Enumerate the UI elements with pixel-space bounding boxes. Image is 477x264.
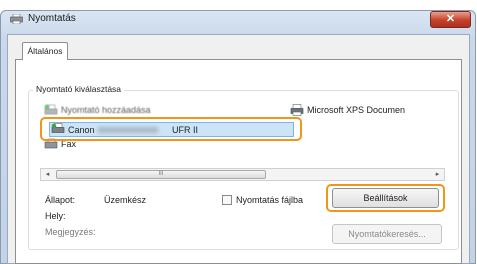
printer-icon [290, 104, 304, 116]
printer-item-label: Microsoft XPS Documen [307, 105, 406, 115]
tab-general-label: Általános [27, 46, 63, 56]
settings-button-highlight [326, 184, 445, 212]
status-label: Állapot: [45, 195, 76, 205]
print-to-file-checkbox[interactable] [222, 195, 232, 205]
status-value: Üzemkész [104, 195, 147, 205]
printer-item-add[interactable]: Nyomtató hozzáadása [44, 104, 244, 117]
thumb-grip-icon: III [158, 171, 164, 177]
tab-general[interactable]: Általános [22, 42, 68, 60]
printer-selection-label: Nyomtató kiválasztása [33, 84, 125, 94]
close-button[interactable]: ✕ [430, 11, 471, 28]
comment-label: Megjegyzés: [45, 227, 96, 237]
print-to-file-label[interactable]: Nyomtatás fájlba [236, 195, 303, 205]
scroll-thumb[interactable]: III [56, 170, 266, 179]
scroll-left-icon[interactable]: ◂ [41, 169, 54, 180]
location-label: Hely: [45, 211, 66, 221]
printer-item-label: Nyomtató hozzáadása [61, 105, 151, 115]
horizontal-scrollbar[interactable]: ◂ III ▸ [40, 168, 445, 181]
printer-add-icon [44, 104, 58, 115]
selected-printer-highlight [40, 117, 302, 141]
printer-icon [10, 14, 23, 24]
window-title: Nyomtatás [28, 13, 76, 24]
scroll-right-icon[interactable]: ▸ [431, 169, 444, 180]
printer-item-xps[interactable]: Microsoft XPS Documen [290, 104, 476, 117]
find-printer-button: Nyomtatókeresés... [332, 224, 442, 244]
close-icon: ✕ [445, 13, 456, 25]
